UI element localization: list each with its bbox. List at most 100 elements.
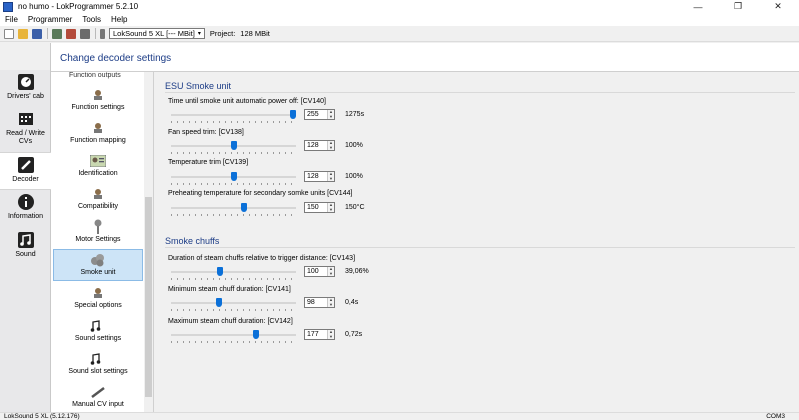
save-icon[interactable] [32, 28, 42, 39]
new-file-icon[interactable] [4, 28, 14, 39]
slider-cv143[interactable] [171, 267, 296, 280]
list-item-sound-slot-settings[interactable]: Sound slot settings [53, 349, 143, 381]
programmer-icon[interactable] [100, 28, 105, 39]
special-options-icon [90, 285, 106, 301]
sound-settings-icon [90, 318, 106, 334]
value-display-cv144: 150°C [345, 204, 365, 211]
spinbox-cv139[interactable]: 128 ▲ ▼ [304, 171, 335, 182]
spinner-arrows-icon[interactable]: ▲ ▼ [327, 109, 334, 119]
list-item-special-options[interactable]: Special options [53, 283, 143, 315]
import-icon[interactable] [52, 28, 62, 39]
slider-cv139[interactable] [171, 172, 296, 185]
decoder-type-value: LokSound 5 XL [--- MBit] [113, 29, 195, 38]
spinbox-cv144[interactable]: 150 ▲ ▼ [304, 202, 335, 213]
slider-cv142[interactable] [171, 330, 296, 343]
value-display-cv143: 39,06% [345, 268, 369, 275]
spinbox-cv143[interactable]: 100 ▲ ▼ [304, 266, 335, 277]
close-icon[interactable]: ✕ [758, 0, 798, 13]
slider-cv138[interactable] [171, 141, 296, 154]
spinbox-cv142[interactable]: 177 ▲ ▼ [304, 329, 335, 340]
content-header: Change decoder settings [51, 43, 799, 72]
spinbox-cv138[interactable]: 128 ▲ ▼ [304, 140, 335, 151]
slider-thumb[interactable] [290, 110, 296, 119]
menu-tools[interactable]: Tools [77, 15, 106, 24]
slider-cv141[interactable] [171, 298, 296, 311]
motor-icon [90, 219, 106, 235]
settings-category-list: Function outputs Function settings Funct… [51, 72, 154, 412]
spinner-arrows-icon[interactable]: ▲ ▼ [327, 171, 334, 181]
status-decoder-version: LokSound 5 XL (5.12.176) [4, 413, 80, 420]
slider-cv140[interactable] [171, 110, 296, 123]
toolbar: LokSound 5 XL [--- MBit] ▾ Project: 128 … [0, 26, 799, 42]
setting-label-cv141: Minimum steam chuff duration: [CV141] [168, 286, 291, 293]
smoke-unit-settings-panel: ESU Smoke unit Time until smoke unit aut… [155, 72, 799, 412]
nav-information[interactable]: Information [0, 190, 51, 228]
cv-chip-icon [17, 110, 35, 128]
menu-bar: File Programmer Tools Help [0, 13, 799, 26]
nav-read-write-cvs[interactable]: Read / Write CVs [0, 107, 51, 152]
slider-thumb[interactable] [241, 203, 247, 212]
slider-thumb[interactable] [231, 141, 237, 150]
spinner-arrows-icon[interactable]: ▲ ▼ [327, 202, 334, 212]
spinbox-cv141[interactable]: 98 ▲ ▼ [304, 297, 335, 308]
menu-file[interactable]: File [0, 15, 23, 24]
value-display-cv142: 0,72s [345, 331, 363, 338]
page-title: Change decoder settings [60, 53, 172, 64]
spinner-arrows-icon[interactable]: ▲ ▼ [327, 266, 334, 276]
function-settings-icon [90, 87, 106, 103]
nav-label: Decoder [12, 176, 39, 183]
nav-drivers-cab[interactable]: Drivers' cab [0, 70, 51, 107]
decoder-type-select[interactable]: LokSound 5 XL [--- MBit] ▾ [109, 28, 205, 39]
drivers-cab-icon [17, 73, 35, 91]
list-item-motor-settings[interactable]: Motor Settings [53, 217, 143, 249]
slider-thumb[interactable] [231, 172, 237, 181]
status-bar: LokSound 5 XL (5.12.176) COM3 [0, 412, 799, 420]
slider-cv144[interactable] [171, 203, 296, 216]
window-title: no humo - LokProgrammer 5.2.10 [18, 2, 139, 11]
identification-card-icon [90, 153, 106, 169]
title-bar: no humo - LokProgrammer 5.2.10 — ❐ ✕ [0, 0, 799, 13]
slider-thumb[interactable] [216, 298, 222, 307]
app-window: no humo - LokProgrammer 5.2.10 — ❐ ✕ Fil… [0, 0, 799, 420]
list-item-smoke-unit[interactable]: Smoke unit [53, 249, 143, 281]
setting-label-cv143: Duration of steam chuffs relative to tri… [168, 255, 356, 262]
list-item-sound-settings[interactable]: Sound settings [53, 316, 143, 348]
app-icon [3, 1, 13, 12]
list-item-manual-cv-input[interactable]: Manual CV input [53, 382, 143, 412]
smoke-icon [90, 252, 106, 268]
export-icon[interactable] [66, 28, 76, 39]
list-item-function-settings[interactable]: Function settings [53, 85, 143, 117]
nav-sound[interactable]: Sound [0, 228, 51, 266]
value-display-cv139: 100% [345, 173, 363, 180]
spinner-arrows-icon[interactable]: ▲ ▼ [327, 140, 334, 150]
slider-thumb[interactable] [253, 330, 259, 339]
spinner-arrows-icon[interactable]: ▲ ▼ [327, 297, 334, 307]
list-scrollbar-thumb[interactable] [145, 197, 152, 397]
setting-label-cv144: Preheating temperature for secondary som… [168, 190, 353, 197]
list-item-compatibility[interactable]: Compatibility [53, 184, 143, 216]
menu-help[interactable]: Help [106, 15, 132, 24]
nav-decoder[interactable]: Decoder [0, 152, 51, 190]
upload-icon[interactable] [80, 28, 90, 39]
list-scrollbar[interactable] [144, 72, 153, 412]
slider-thumb[interactable] [217, 267, 223, 276]
list-item-function-outputs-label[interactable]: Function outputs [69, 72, 121, 79]
list-item-function-mapping[interactable]: Function mapping [53, 118, 143, 150]
compatibility-icon [90, 186, 106, 202]
menu-programmer[interactable]: Programmer [23, 15, 77, 24]
list-item-identification[interactable]: Identification [53, 151, 143, 183]
spinbox-cv140[interactable]: 255 ▲ ▼ [304, 109, 335, 120]
nav-label: Information [7, 213, 44, 220]
maximize-icon[interactable]: ❐ [718, 0, 758, 13]
section-title-esu-smoke-unit: ESU Smoke unit [165, 81, 232, 91]
sound-slot-icon [90, 351, 106, 367]
nav-label: Read / Write CVs [6, 130, 45, 145]
manual-cv-icon [90, 384, 106, 400]
chevron-down-icon: ▾ [197, 31, 201, 37]
minimize-icon[interactable]: — [678, 0, 718, 13]
nav-label: Drivers' cab [7, 93, 44, 100]
setting-label-cv142: Maximum steam chuff duration: [CV142] [168, 318, 293, 325]
spinner-arrows-icon[interactable]: ▲ ▼ [327, 329, 334, 339]
main-navigation: Drivers' cab Read / Write CVs Decoder In… [0, 43, 51, 412]
open-folder-icon[interactable] [18, 28, 28, 39]
